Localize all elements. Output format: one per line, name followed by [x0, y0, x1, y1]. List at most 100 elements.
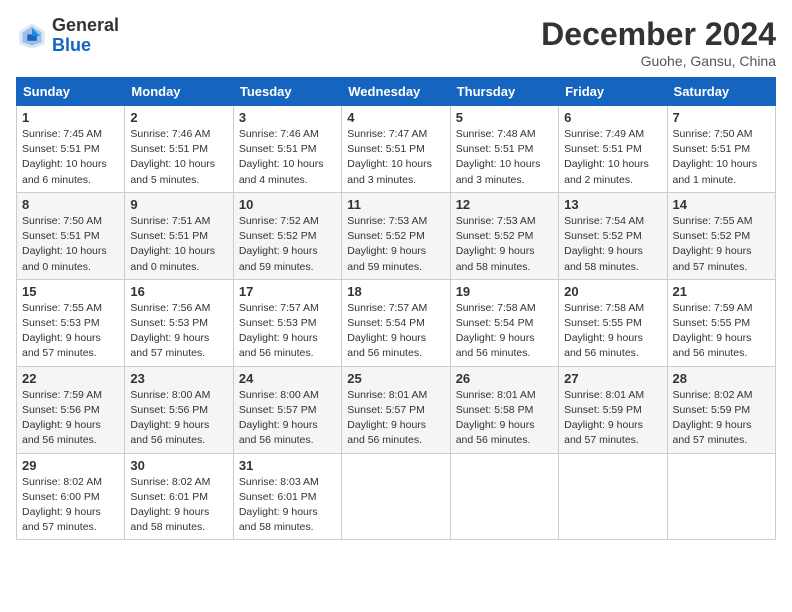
calendar-cell: 3 Sunrise: 7:46 AM Sunset: 5:51 PM Dayli…: [233, 106, 341, 193]
day-number: 9: [130, 197, 227, 212]
day-info: Sunrise: 8:01 AM Sunset: 5:58 PM Dayligh…: [456, 388, 553, 449]
day-info: Sunrise: 7:58 AM Sunset: 5:54 PM Dayligh…: [456, 301, 553, 362]
calendar-week-row: 22 Sunrise: 7:59 AM Sunset: 5:56 PM Dayl…: [17, 366, 776, 453]
day-number: 29: [22, 458, 119, 473]
day-number: 13: [564, 197, 661, 212]
day-info: Sunrise: 7:50 AM Sunset: 5:51 PM Dayligh…: [673, 127, 770, 188]
calendar-cell: [450, 453, 558, 540]
day-info: Sunrise: 7:46 AM Sunset: 5:51 PM Dayligh…: [130, 127, 227, 188]
day-info: Sunrise: 7:53 AM Sunset: 5:52 PM Dayligh…: [456, 214, 553, 275]
calendar-cell: 1 Sunrise: 7:45 AM Sunset: 5:51 PM Dayli…: [17, 106, 125, 193]
day-info: Sunrise: 7:55 AM Sunset: 5:52 PM Dayligh…: [673, 214, 770, 275]
month-title: December 2024: [541, 16, 776, 53]
calendar-cell: 21 Sunrise: 7:59 AM Sunset: 5:55 PM Dayl…: [667, 279, 775, 366]
day-info: Sunrise: 7:57 AM Sunset: 5:53 PM Dayligh…: [239, 301, 336, 362]
calendar-cell: 8 Sunrise: 7:50 AM Sunset: 5:51 PM Dayli…: [17, 192, 125, 279]
day-info: Sunrise: 7:47 AM Sunset: 5:51 PM Dayligh…: [347, 127, 444, 188]
weekday-header: Wednesday: [342, 78, 450, 106]
day-number: 16: [130, 284, 227, 299]
calendar-cell: 27 Sunrise: 8:01 AM Sunset: 5:59 PM Dayl…: [559, 366, 667, 453]
logo-icon: [16, 20, 48, 52]
calendar-cell: 7 Sunrise: 7:50 AM Sunset: 5:51 PM Dayli…: [667, 106, 775, 193]
location: Guohe, Gansu, China: [541, 53, 776, 69]
logo-text: General Blue: [52, 16, 119, 56]
day-info: Sunrise: 8:01 AM Sunset: 5:59 PM Dayligh…: [564, 388, 661, 449]
calendar-cell: 9 Sunrise: 7:51 AM Sunset: 5:51 PM Dayli…: [125, 192, 233, 279]
calendar-cell: 29 Sunrise: 8:02 AM Sunset: 6:00 PM Dayl…: [17, 453, 125, 540]
day-info: Sunrise: 8:02 AM Sunset: 6:01 PM Dayligh…: [130, 475, 227, 536]
day-info: Sunrise: 7:54 AM Sunset: 5:52 PM Dayligh…: [564, 214, 661, 275]
day-number: 22: [22, 371, 119, 386]
day-number: 20: [564, 284, 661, 299]
weekday-header: Tuesday: [233, 78, 341, 106]
day-number: 3: [239, 110, 336, 125]
calendar-cell: 13 Sunrise: 7:54 AM Sunset: 5:52 PM Dayl…: [559, 192, 667, 279]
day-number: 30: [130, 458, 227, 473]
day-info: Sunrise: 8:02 AM Sunset: 5:59 PM Dayligh…: [673, 388, 770, 449]
calendar-cell: 18 Sunrise: 7:57 AM Sunset: 5:54 PM Dayl…: [342, 279, 450, 366]
weekday-header-row: SundayMondayTuesdayWednesdayThursdayFrid…: [17, 78, 776, 106]
calendar-cell: 23 Sunrise: 8:00 AM Sunset: 5:56 PM Dayl…: [125, 366, 233, 453]
day-info: Sunrise: 7:52 AM Sunset: 5:52 PM Dayligh…: [239, 214, 336, 275]
day-info: Sunrise: 7:48 AM Sunset: 5:51 PM Dayligh…: [456, 127, 553, 188]
day-number: 10: [239, 197, 336, 212]
day-info: Sunrise: 7:53 AM Sunset: 5:52 PM Dayligh…: [347, 214, 444, 275]
title-block: December 2024 Guohe, Gansu, China: [541, 16, 776, 69]
day-info: Sunrise: 7:58 AM Sunset: 5:55 PM Dayligh…: [564, 301, 661, 362]
day-info: Sunrise: 7:55 AM Sunset: 5:53 PM Dayligh…: [22, 301, 119, 362]
calendar-cell: 11 Sunrise: 7:53 AM Sunset: 5:52 PM Dayl…: [342, 192, 450, 279]
calendar-cell: 30 Sunrise: 8:02 AM Sunset: 6:01 PM Dayl…: [125, 453, 233, 540]
day-number: 28: [673, 371, 770, 386]
day-number: 25: [347, 371, 444, 386]
calendar-cell: 28 Sunrise: 8:02 AM Sunset: 5:59 PM Dayl…: [667, 366, 775, 453]
day-number: 18: [347, 284, 444, 299]
day-number: 31: [239, 458, 336, 473]
day-info: Sunrise: 8:00 AM Sunset: 5:57 PM Dayligh…: [239, 388, 336, 449]
day-number: 6: [564, 110, 661, 125]
calendar-cell: 5 Sunrise: 7:48 AM Sunset: 5:51 PM Dayli…: [450, 106, 558, 193]
calendar-cell: 10 Sunrise: 7:52 AM Sunset: 5:52 PM Dayl…: [233, 192, 341, 279]
day-number: 5: [456, 110, 553, 125]
day-number: 15: [22, 284, 119, 299]
calendar-cell: 19 Sunrise: 7:58 AM Sunset: 5:54 PM Dayl…: [450, 279, 558, 366]
calendar-cell: [559, 453, 667, 540]
calendar-cell: 31 Sunrise: 8:03 AM Sunset: 6:01 PM Dayl…: [233, 453, 341, 540]
calendar-cell: [342, 453, 450, 540]
day-number: 8: [22, 197, 119, 212]
day-number: 4: [347, 110, 444, 125]
calendar-cell: 26 Sunrise: 8:01 AM Sunset: 5:58 PM Dayl…: [450, 366, 558, 453]
day-number: 14: [673, 197, 770, 212]
day-info: Sunrise: 7:51 AM Sunset: 5:51 PM Dayligh…: [130, 214, 227, 275]
day-number: 24: [239, 371, 336, 386]
calendar-cell: 16 Sunrise: 7:56 AM Sunset: 5:53 PM Dayl…: [125, 279, 233, 366]
calendar-week-row: 15 Sunrise: 7:55 AM Sunset: 5:53 PM Dayl…: [17, 279, 776, 366]
calendar-cell: [667, 453, 775, 540]
day-info: Sunrise: 7:59 AM Sunset: 5:55 PM Dayligh…: [673, 301, 770, 362]
weekday-header: Monday: [125, 78, 233, 106]
day-number: 19: [456, 284, 553, 299]
calendar-cell: 4 Sunrise: 7:47 AM Sunset: 5:51 PM Dayli…: [342, 106, 450, 193]
day-number: 12: [456, 197, 553, 212]
weekday-header: Sunday: [17, 78, 125, 106]
day-info: Sunrise: 7:46 AM Sunset: 5:51 PM Dayligh…: [239, 127, 336, 188]
day-number: 2: [130, 110, 227, 125]
calendar: SundayMondayTuesdayWednesdayThursdayFrid…: [16, 77, 776, 540]
day-info: Sunrise: 8:01 AM Sunset: 5:57 PM Dayligh…: [347, 388, 444, 449]
calendar-week-row: 29 Sunrise: 8:02 AM Sunset: 6:00 PM Dayl…: [17, 453, 776, 540]
day-info: Sunrise: 7:50 AM Sunset: 5:51 PM Dayligh…: [22, 214, 119, 275]
calendar-cell: 25 Sunrise: 8:01 AM Sunset: 5:57 PM Dayl…: [342, 366, 450, 453]
calendar-week-row: 1 Sunrise: 7:45 AM Sunset: 5:51 PM Dayli…: [17, 106, 776, 193]
weekday-header: Saturday: [667, 78, 775, 106]
logo: General Blue: [16, 16, 119, 56]
day-number: 7: [673, 110, 770, 125]
calendar-week-row: 8 Sunrise: 7:50 AM Sunset: 5:51 PM Dayli…: [17, 192, 776, 279]
calendar-cell: 20 Sunrise: 7:58 AM Sunset: 5:55 PM Dayl…: [559, 279, 667, 366]
calendar-cell: 17 Sunrise: 7:57 AM Sunset: 5:53 PM Dayl…: [233, 279, 341, 366]
day-info: Sunrise: 7:45 AM Sunset: 5:51 PM Dayligh…: [22, 127, 119, 188]
calendar-cell: 12 Sunrise: 7:53 AM Sunset: 5:52 PM Dayl…: [450, 192, 558, 279]
day-info: Sunrise: 7:59 AM Sunset: 5:56 PM Dayligh…: [22, 388, 119, 449]
day-number: 17: [239, 284, 336, 299]
day-info: Sunrise: 7:56 AM Sunset: 5:53 PM Dayligh…: [130, 301, 227, 362]
calendar-cell: 15 Sunrise: 7:55 AM Sunset: 5:53 PM Dayl…: [17, 279, 125, 366]
calendar-cell: 2 Sunrise: 7:46 AM Sunset: 5:51 PM Dayli…: [125, 106, 233, 193]
